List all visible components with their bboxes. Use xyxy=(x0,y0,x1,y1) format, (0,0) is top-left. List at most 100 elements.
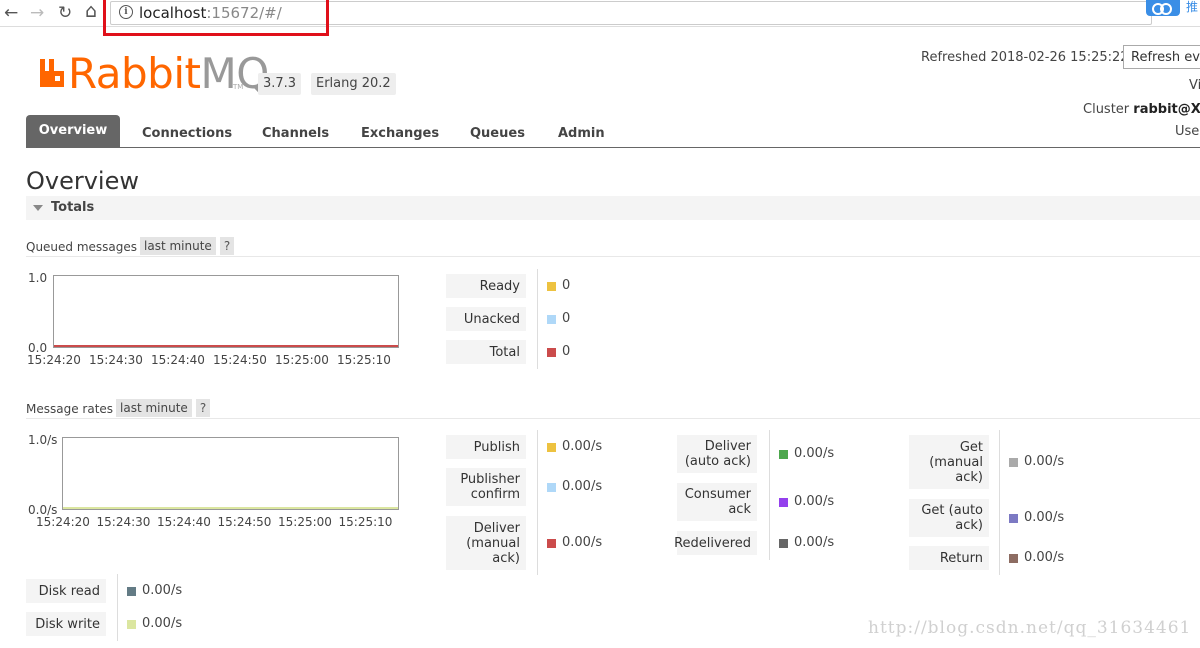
metric-label-text: Publisher confirm xyxy=(460,472,520,502)
extension-icon-dot xyxy=(1160,3,1172,15)
metric-label: Publish xyxy=(446,435,526,459)
legend-swatch xyxy=(547,443,556,452)
x-tick-label: 15:25:00 xyxy=(278,515,332,529)
metric-label-line: Deliver xyxy=(473,520,520,536)
home-icon[interactable]: ⌂ xyxy=(85,0,97,22)
legend-swatch xyxy=(547,315,556,324)
metric-label: Deliver (manual ack) xyxy=(446,516,526,570)
section-divider xyxy=(26,418,1200,419)
metric-value: 0.00/s xyxy=(142,616,183,631)
metric-label-text: Get (auto ack) xyxy=(921,503,983,533)
metric-label-line: Publisher xyxy=(460,472,520,487)
metric-label-line: ack xyxy=(728,502,751,517)
rates-range-selector[interactable]: last minute xyxy=(116,399,192,417)
section-divider xyxy=(26,256,1200,257)
metric-label-text: Get (manual ack) xyxy=(929,440,983,485)
message-rates-chart xyxy=(62,437,399,510)
metric-value: 0.00/s xyxy=(562,535,603,550)
tab-channels[interactable]: Channels xyxy=(262,121,329,147)
legend-swatch xyxy=(127,620,136,629)
metric-label-line: ack) xyxy=(492,550,520,566)
metric-label: Redelivered xyxy=(674,531,757,555)
legend-swatch xyxy=(547,348,556,357)
metric-label: Unacked xyxy=(446,307,526,331)
rates-help-button[interactable]: ? xyxy=(196,399,210,417)
forward-arrow-icon[interactable]: → xyxy=(30,2,44,24)
metric-label-line: Return xyxy=(939,550,983,566)
metric-label-line: Get xyxy=(959,439,983,455)
legend-swatch xyxy=(779,450,788,459)
metric-label-text: Deliver (manual ack) xyxy=(466,521,520,566)
legend-swatch xyxy=(127,587,136,596)
tab-overview[interactable]: Overview xyxy=(26,115,120,147)
queued-messages-label: Queued messages xyxy=(26,240,138,254)
metric-value: 0 xyxy=(562,311,571,326)
metric-label-text: Redelivered xyxy=(674,536,751,551)
metric-column-divider xyxy=(769,430,770,560)
x-tick-label: 15:25:10 xyxy=(338,515,393,529)
rabbitmq-version-badge: 3.7.3 xyxy=(258,73,302,95)
metric-value: 0.00/s xyxy=(794,494,835,509)
legend-swatch xyxy=(547,282,556,291)
metric-label-line: Redelivered xyxy=(674,535,751,551)
metric-label: Ready xyxy=(446,274,526,298)
metric-value: 0.00/s xyxy=(562,439,603,454)
metric-label-line: ack) xyxy=(955,469,983,485)
metric-label-text: Return xyxy=(940,551,983,566)
tabs-divider xyxy=(26,147,1200,148)
metric-label-line: Get (auto xyxy=(921,503,983,518)
metric-label: Get (manual ack) xyxy=(909,435,989,489)
metric-label-line: Disk read xyxy=(38,583,100,599)
metric-label: Deliver (auto ack) xyxy=(677,435,757,473)
metric-label-line: Deliver xyxy=(704,439,751,454)
metric-label-line: ack) xyxy=(955,518,983,533)
metric-label: Get (auto ack) xyxy=(909,499,989,537)
reload-icon[interactable]: ↻ xyxy=(58,2,72,24)
metric-label-line: (manual xyxy=(929,454,983,470)
rabbitmq-logo-icon xyxy=(40,59,64,87)
x-tick-label: 15:25:00 xyxy=(275,353,329,367)
legend-swatch xyxy=(547,483,556,492)
metric-label-text: Unacked xyxy=(464,312,520,327)
metric-label: Publisher confirm xyxy=(446,468,526,506)
user-label: User xyxy=(1175,124,1200,139)
refresh-interval-select[interactable]: Refresh every 5 seconds xyxy=(1123,45,1200,69)
metric-value: 0.00/s xyxy=(1024,454,1065,469)
rates-disk-write-line xyxy=(63,507,398,509)
metric-label: Disk read xyxy=(26,579,106,603)
metric-label-line: confirm xyxy=(470,487,520,502)
metric-label: Total xyxy=(446,340,526,364)
metric-column-divider xyxy=(117,574,118,641)
tab-queues[interactable]: Queues xyxy=(470,121,525,147)
metric-label-line: Consumer xyxy=(684,487,751,502)
tab-exchanges[interactable]: Exchanges xyxy=(361,121,439,147)
metric-label-line: Publish xyxy=(473,439,520,455)
queued-messages-chart xyxy=(53,275,399,348)
refreshed-timestamp: Refreshed 2018-02-26 15:25:22 xyxy=(921,50,1129,65)
x-tick-label: 15:24:40 xyxy=(157,515,211,529)
extension-icon[interactable] xyxy=(1146,0,1180,16)
metric-label-line: (manual xyxy=(466,535,520,551)
queued-help-button[interactable]: ? xyxy=(220,237,234,255)
back-arrow-icon[interactable]: ← xyxy=(4,2,18,24)
tab-admin[interactable]: Admin xyxy=(558,121,605,147)
x-tick-label: 15:24:50 xyxy=(217,515,272,529)
metric-value: 0.00/s xyxy=(794,446,835,461)
x-tick-label: 15:24:20 xyxy=(36,515,90,529)
watermark: http://blog.csdn.net/qq_31634461 xyxy=(868,618,1192,638)
metric-value: 0 xyxy=(562,278,571,293)
metric-label-text: Disk read xyxy=(39,584,100,599)
extension-label[interactable]: 推 xyxy=(1186,0,1198,15)
metric-label: Consumer ack xyxy=(677,483,757,521)
queued-y-max-label: 1.0 xyxy=(28,271,48,285)
logo-trademark: TM xyxy=(233,83,244,91)
queued-range-selector[interactable]: last minute xyxy=(140,237,216,255)
metric-label-text: Ready xyxy=(480,279,520,294)
x-tick-label: 15:24:50 xyxy=(213,353,267,367)
metric-label-line: Ready xyxy=(479,278,520,294)
totals-section-header[interactable]: Totals xyxy=(26,196,1200,220)
totals-label: Totals xyxy=(51,200,95,215)
x-tick-label: 15:24:30 xyxy=(89,353,143,367)
metric-value: 0 xyxy=(562,344,571,359)
tab-connections[interactable]: Connections xyxy=(142,121,232,147)
